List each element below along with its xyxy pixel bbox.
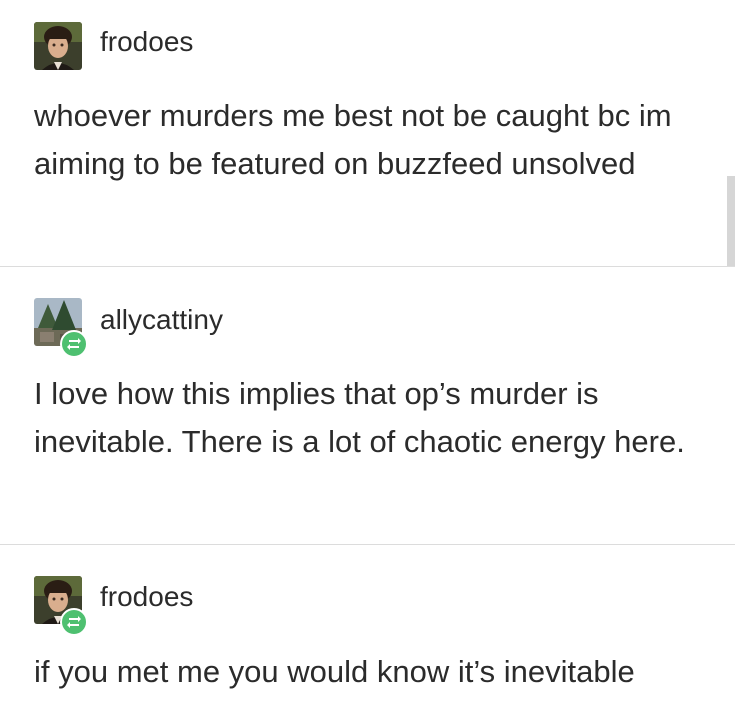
post-username[interactable]: allycattiny: [100, 304, 223, 336]
post-username[interactable]: frodoes: [100, 581, 193, 613]
portrait-avatar-icon: [34, 22, 82, 70]
post-username[interactable]: frodoes: [100, 26, 193, 58]
scrollbar-thumb[interactable]: [727, 176, 735, 266]
frodoes-avatar[interactable]: [34, 22, 82, 70]
reblog-icon: [67, 338, 81, 350]
reblog-badge: [60, 330, 88, 358]
post-body-text: I love how this implies that op’s murder…: [34, 376, 685, 459]
reblog-icon: [67, 616, 81, 628]
reblog-badge: [60, 608, 88, 636]
post-body-text: if you met me you would know it’s inevit…: [34, 654, 635, 689]
post-body-text: whoever murders me best not be caught bc…: [34, 98, 672, 181]
